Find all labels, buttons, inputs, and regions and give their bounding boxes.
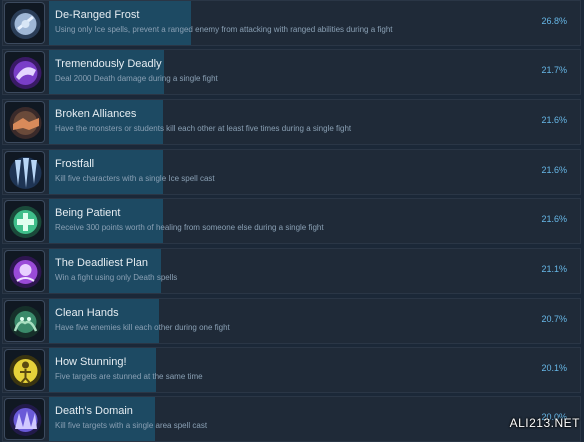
- progress-bar: [49, 299, 159, 343]
- progress-bar: [49, 100, 163, 144]
- achievement-title: Frostfall: [55, 158, 95, 170]
- achievement-title: Clean Hands: [55, 307, 119, 319]
- progress-bar: [49, 150, 163, 194]
- achievement-title: The Deadliest Plan: [55, 257, 148, 269]
- progress-bar: [49, 50, 164, 94]
- achievement-title: Tremendously Deadly: [55, 58, 162, 70]
- achievement-percent: 21.6%: [541, 115, 567, 125]
- death-hand-icon: [4, 51, 45, 93]
- achievement-row[interactable]: Being Patient Receive 300 points worth o…: [2, 198, 581, 244]
- achievement-percent: 21.1%: [541, 264, 567, 274]
- achievement-title: Being Patient: [55, 207, 121, 219]
- achievement-row[interactable]: How Stunning! Five targets are stunned a…: [2, 347, 581, 393]
- achievement-row[interactable]: Clean Hands Have five enemies kill each …: [2, 298, 581, 344]
- stun-figure-icon: [4, 349, 45, 391]
- achievement-description: Kill five characters with a single Ice s…: [55, 174, 215, 183]
- achievement-description: Win a fight using only Death spells: [55, 273, 178, 282]
- achievement-percent: 21.7%: [541, 65, 567, 75]
- achievement-row[interactable]: Broken Alliances Have the monsters or st…: [2, 99, 581, 145]
- achievement-row[interactable]: Frostfall Kill five characters with a si…: [2, 149, 581, 195]
- progress-bar: [49, 397, 155, 441]
- frost-shield-icon: [4, 2, 45, 44]
- progress-bar: [49, 348, 156, 392]
- death-orb-icon: [4, 250, 45, 292]
- tentacle-icon: [4, 300, 45, 342]
- achievement-description: Kill five targets with a single area spe…: [55, 421, 208, 430]
- achievement-percent: 21.6%: [541, 214, 567, 224]
- healing-icon: [4, 200, 45, 242]
- achievement-description: Have five enemies kill each other during…: [55, 323, 230, 332]
- death-domain-icon: [4, 398, 45, 440]
- achievement-row[interactable]: Tremendously Deadly Deal 2000 Death dama…: [2, 49, 581, 95]
- achievement-description: Receive 300 points worth of healing from…: [55, 223, 324, 232]
- achievement-percent: 20.7%: [541, 314, 567, 324]
- achievement-description: Have the monsters or students kill each …: [55, 124, 352, 133]
- achievement-percent: 21.6%: [541, 165, 567, 175]
- achievement-row[interactable]: Death's Domain Kill five targets with a …: [2, 396, 581, 442]
- handshake-icon: [4, 101, 45, 143]
- watermark-logo: ALI213.NET: [509, 416, 580, 430]
- progress-bar: [49, 1, 191, 45]
- achievement-title: Death's Domain: [55, 405, 133, 417]
- achievement-description: Deal 2000 Death damage during a single f…: [55, 74, 218, 83]
- achievement-row[interactable]: De-Ranged Frost Using only Ice spells, p…: [2, 0, 581, 46]
- achievement-percent: 26.8%: [541, 16, 567, 26]
- achievement-title: De-Ranged Frost: [55, 9, 140, 21]
- achievement-title: Broken Alliances: [55, 108, 137, 120]
- achievement-percent: 20.1%: [541, 363, 567, 373]
- progress-bar: [49, 199, 163, 243]
- achievement-list: De-Ranged Frost Using only Ice spells, p…: [0, 0, 584, 442]
- achievement-title: How Stunning!: [55, 356, 127, 368]
- progress-bar: [49, 249, 161, 293]
- icicles-icon: [4, 151, 45, 193]
- achievement-description: Five targets are stunned at the same tim…: [55, 372, 203, 381]
- achievement-description: Using only Ice spells, prevent a ranged …: [55, 25, 393, 34]
- achievement-row[interactable]: The Deadliest Plan Win a fight using onl…: [2, 248, 581, 294]
